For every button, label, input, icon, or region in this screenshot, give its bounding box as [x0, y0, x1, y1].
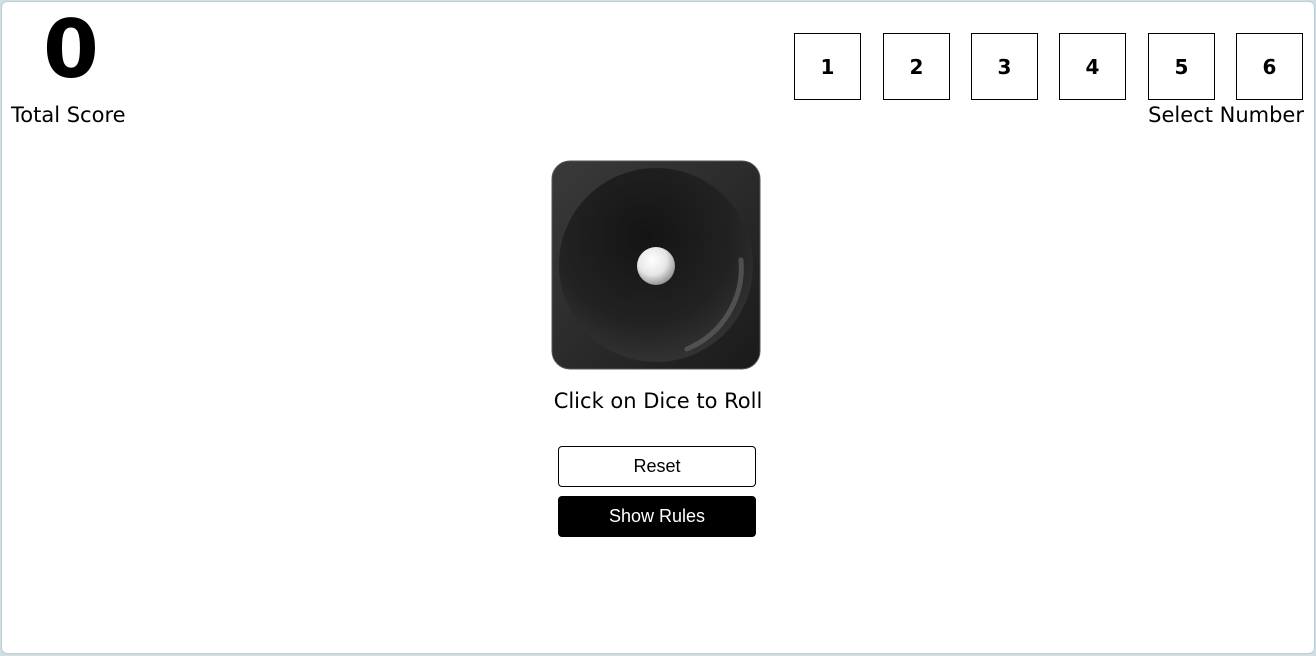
- show-rules-button[interactable]: Show Rules: [558, 496, 756, 537]
- dice-one-icon: [551, 160, 761, 370]
- dice-button[interactable]: [551, 160, 761, 370]
- number-option-5[interactable]: 5: [1148, 33, 1215, 100]
- number-option-6[interactable]: 6: [1236, 33, 1303, 100]
- score-value: 0: [43, 3, 99, 96]
- number-option-1[interactable]: 1: [794, 33, 861, 100]
- roll-instruction: Click on Dice to Roll: [553, 389, 763, 413]
- select-number-label: Select Number: [1148, 103, 1304, 127]
- number-option-4[interactable]: 4: [1059, 33, 1126, 100]
- number-option-3[interactable]: 3: [971, 33, 1038, 100]
- reset-button[interactable]: Reset: [558, 446, 756, 487]
- game-container: 0 Total Score 1 2 3 4 5 6 Select Number: [1, 1, 1315, 654]
- number-option-2[interactable]: 2: [883, 33, 950, 100]
- score-label: Total Score: [11, 103, 126, 127]
